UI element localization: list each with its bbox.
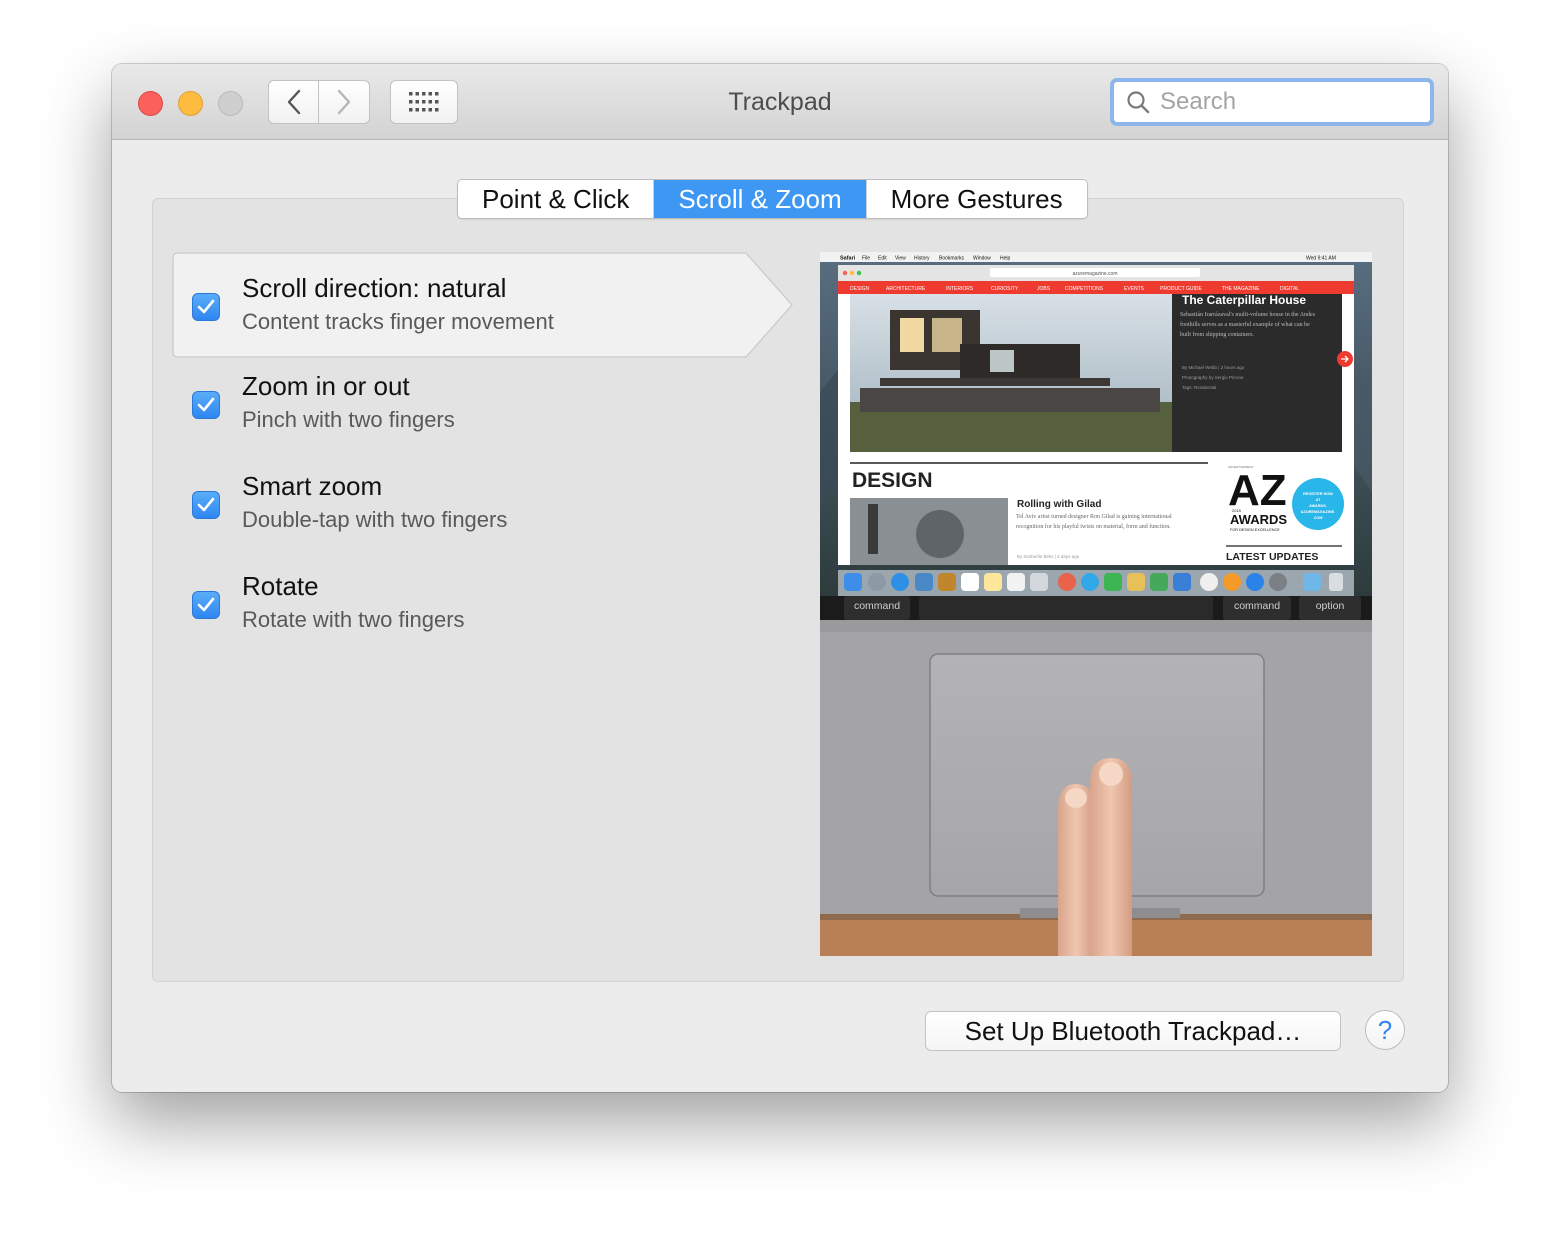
scroll-direction-checkbox[interactable]	[192, 293, 220, 321]
site-nav-item: DIGITAL	[1280, 286, 1299, 292]
section-heading: DESIGN	[852, 469, 933, 492]
hero-tags: Tags: Residential	[1182, 385, 1216, 390]
checkmark-icon	[197, 299, 215, 314]
option-title: Zoom in or out	[242, 371, 410, 401]
ad-badge-line: AZUREMAGAZINE.	[1301, 510, 1335, 514]
menubar-item: Bookmarks	[939, 256, 965, 262]
article-byline: By Kimberlie Birks | 4 days ago	[1017, 554, 1080, 559]
site-nav-item: JOBS	[1037, 286, 1051, 292]
option-subtitle: Pinch with two fingers	[242, 407, 455, 432]
gesture-preview: Safari File Edit View History Bookmarks …	[820, 252, 1372, 956]
command-key-left: command	[854, 600, 900, 612]
option-title: Scroll direction: natural	[242, 273, 507, 303]
checkmark-icon	[197, 497, 215, 512]
option-zoom[interactable]: Zoom in or out Pinch with two fingers	[172, 353, 732, 453]
site-nav-item: PRODUCT GUIDE	[1160, 286, 1203, 292]
option-rotate[interactable]: Rotate Rotate with two fingers	[172, 553, 732, 653]
ad-awards: AWARDS	[1230, 512, 1287, 527]
menubar-item: Help	[1000, 256, 1011, 262]
search-input[interactable]	[1160, 88, 1410, 116]
tab-more-gestures[interactable]: More Gestures	[867, 180, 1087, 218]
option-title: Smart zoom	[242, 471, 383, 501]
article-title: Rolling with Gilad	[1017, 499, 1101, 510]
ad-tagline: FOR DESIGN EXCELLENCE	[1230, 528, 1280, 532]
latest-updates-heading: LATEST UPDATES	[1226, 551, 1318, 563]
hero-byline: By Michael Webb | 2 hours ago	[1182, 365, 1245, 370]
option-title: Rotate	[242, 571, 319, 601]
tab-point-and-click[interactable]: Point & Click	[458, 180, 655, 218]
site-nav-item: INTERIORS	[946, 286, 974, 292]
option-subtitle: Double-tap with two fingers	[242, 507, 508, 532]
ad-badge-line: AT	[1316, 498, 1321, 502]
menubar-item: File	[862, 256, 870, 262]
option-key: option	[1316, 600, 1345, 612]
option-subtitle: Rotate with two fingers	[242, 607, 465, 632]
ad-badge-line: AWARDS.	[1309, 504, 1327, 508]
option-scroll-direction[interactable]: Scroll direction: natural Content tracks…	[172, 255, 732, 355]
menubar-app: Safari	[840, 256, 856, 262]
menubar-item: History	[914, 256, 930, 262]
site-nav-item: EVENTS	[1124, 286, 1145, 292]
title-bar: Trackpad	[112, 64, 1448, 140]
site-nav-item: COMPETITIONS	[1065, 286, 1104, 292]
menubar-item: Window	[973, 256, 991, 262]
checkmark-icon	[197, 397, 215, 412]
hero-photo-credit: Photography by Sergio Pirrone	[1182, 375, 1244, 380]
site-nav-item: THE MAGAZINE	[1222, 286, 1260, 292]
hero-headline: The Caterpillar House	[1182, 293, 1306, 307]
site-nav-item: DESIGN	[850, 286, 870, 292]
menubar-clock: Wed 9:41 AM	[1306, 256, 1336, 262]
tab-scroll-and-zoom[interactable]: Scroll & Zoom	[654, 180, 867, 218]
menubar-item: Edit	[878, 256, 887, 262]
option-subtitle: Content tracks finger movement	[242, 309, 554, 334]
trackpad-window: Trackpad Point & Click Scroll & Zoom Mor…	[112, 64, 1448, 1092]
two-fingers-illustration	[1058, 758, 1132, 956]
search-icon	[1127, 91, 1150, 114]
menubar-item: View	[895, 256, 906, 262]
gesture-preview-illustration: Safari File Edit View History Bookmarks …	[820, 252, 1372, 956]
tab-bar: Point & Click Scroll & Zoom More Gesture…	[457, 179, 1088, 219]
site-nav-item: CURIOSITY	[991, 286, 1019, 292]
url-field: azuremagazine.com	[1072, 271, 1117, 277]
zoom-checkbox[interactable]	[192, 391, 220, 419]
help-button[interactable]: ?	[1365, 1010, 1405, 1050]
ad-badge-line: REGISTER NOW	[1303, 492, 1333, 496]
hero-body: Sebastián Irarrázaval's multi-volume hou…	[1180, 312, 1316, 338]
site-nav-item: ARCHITECTURE	[886, 286, 926, 292]
set-up-bluetooth-trackpad-button[interactable]: Set Up Bluetooth Trackpad…	[925, 1011, 1341, 1051]
checkmark-icon	[197, 597, 215, 612]
option-smart-zoom[interactable]: Smart zoom Double-tap with two fingers	[172, 453, 732, 553]
article-body: Tel Aviv artist turned designer Ron Gila…	[1016, 514, 1172, 530]
command-key-right: command	[1234, 600, 1280, 612]
ad-badge-line: COM	[1314, 516, 1323, 520]
search-field[interactable]	[1110, 78, 1434, 126]
rotate-checkbox[interactable]	[192, 591, 220, 619]
smart-zoom-checkbox[interactable]	[192, 491, 220, 519]
